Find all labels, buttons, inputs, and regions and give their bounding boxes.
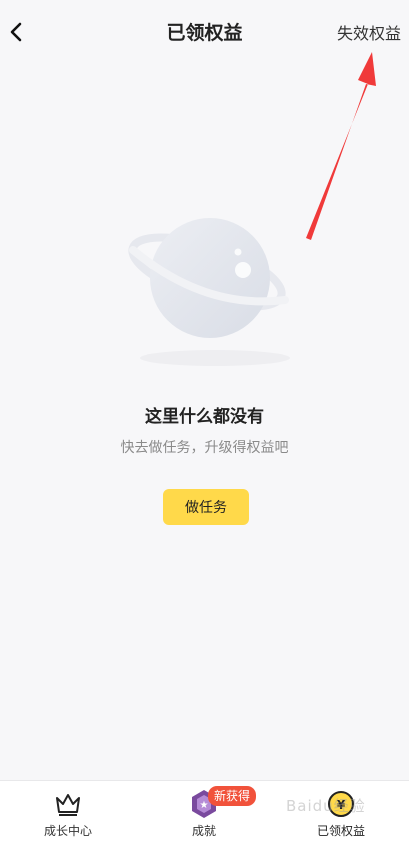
empty-state-title: 这里什么都没有 [145,407,264,427]
tab-growth-center[interactable]: 成长中心 [0,781,136,845]
tab-claimed-benefits[interactable]: ¥ 已领权益 [273,781,409,845]
top-bar: 已领权益 失效权益 [0,0,409,64]
do-task-button[interactable]: 做任务 [163,489,249,525]
tab-label: 成就 [191,824,216,838]
expired-benefits-link[interactable]: 失效权益 [337,20,401,44]
crown-icon [56,794,80,816]
planet-icon [128,218,290,366]
tab-label: 成长中心 [43,824,92,838]
tab-label: 已领权益 [316,824,365,838]
coin-icon: ¥ [328,791,354,817]
empty-state-subtitle: 快去做任务，升级得权益吧 [120,440,289,456]
svg-text:¥: ¥ [337,798,346,812]
svg-text:★: ★ [200,800,209,811]
new-obtained-badge: 新获得 [208,786,257,806]
bottom-tab-bar: 成长中心 ★ 成就 ¥ 已领权益 [0,780,409,845]
